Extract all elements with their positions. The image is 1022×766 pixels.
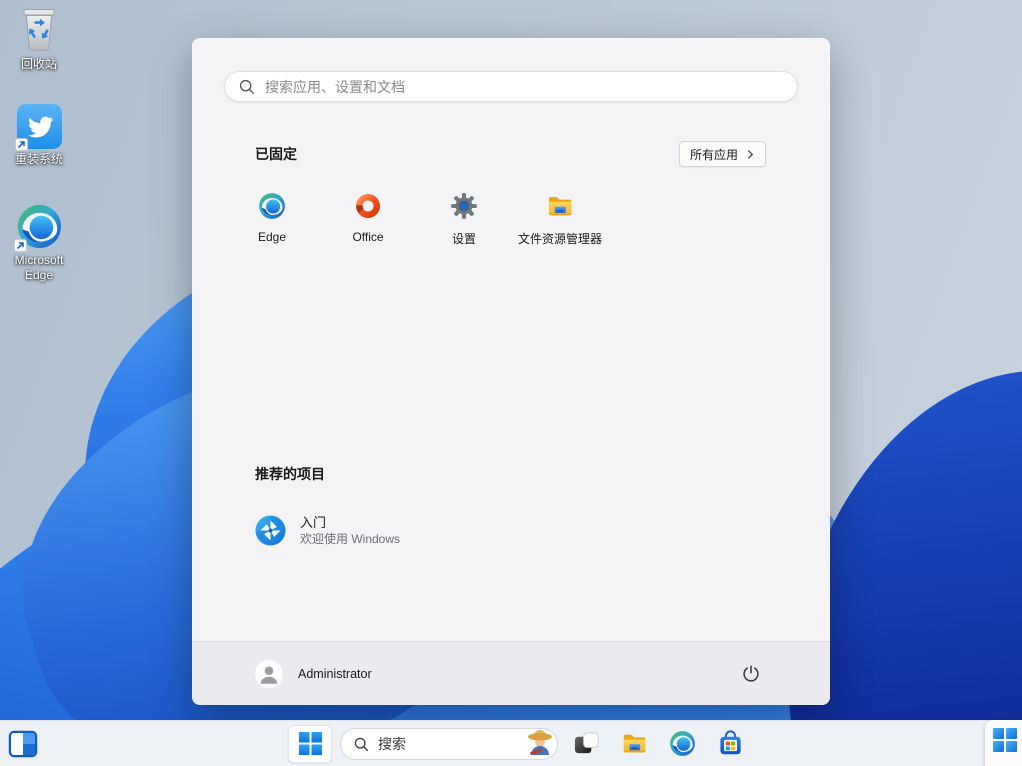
desktop-corner-shortcut[interactable] [985,720,1022,766]
edge-icon [258,192,286,220]
taskbar-center-group: 搜索 [288,721,750,766]
desktop-icon-label: 回收站 [20,57,57,71]
pinned-apps-grid: Edge Office 设置 文件资源管理器 [224,180,800,268]
file-explorer-button[interactable] [614,725,654,763]
start-menu-footer: Administrator [192,641,830,705]
store-icon [719,730,741,755]
twitter-icon [14,104,62,151]
pinned-app-office[interactable]: Office [320,180,416,268]
start-search-input[interactable] [265,78,784,95]
desktop-icon-microsoft-edge[interactable]: Microsoft Edge [2,203,76,283]
pinned-section-header: 已固定 所有应用 [255,140,766,168]
settings-gear-icon [450,192,478,220]
search-highlight-image[interactable] [525,723,555,759]
taskbar: 搜索 [0,720,1022,766]
start-search-box[interactable] [224,71,798,102]
all-apps-label: 所有应用 [689,147,738,162]
taskbar-search-box[interactable]: 搜索 [340,727,558,760]
power-icon [741,664,761,684]
widgets-button[interactable] [8,730,38,758]
office-icon [354,192,382,220]
desktop-icon-reinstall-system[interactable]: 重装系统 [2,104,76,167]
taskbar-search-label: 搜索 [378,735,406,752]
windows-logo-icon [298,731,322,756]
recommended-item-get-started[interactable]: 入门 欢迎使用 Windows [239,502,539,558]
windows-logo-icon [993,728,1017,752]
recommended-item-title: 入门 [300,514,327,530]
user-profile-button[interactable]: Administrator [255,659,372,688]
pinned-app-label: Office [352,230,384,244]
edge-button[interactable] [662,725,702,763]
task-view-icon [574,732,599,754]
pinned-app-label: 文件资源管理器 [517,232,602,246]
search-icon [238,78,255,95]
edge-icon [13,203,63,252]
desktop-icon-recycle-bin[interactable]: 回收站 [2,6,76,72]
user-avatar-icon [255,659,283,688]
desktop-icon-label: Microsoft Edge [14,253,64,282]
pinned-app-label: 设置 [451,232,476,246]
desktop-screen: 回收站 重装系统 Microsoft Edge 搜索应用、设置和文档 已固定 所… [0,0,1022,766]
file-explorer-icon [623,734,645,753]
pinned-section-title: 已固定 [255,146,297,162]
edge-icon [669,731,695,756]
user-name: Administrator [298,666,372,681]
power-button[interactable] [734,657,768,691]
pinned-app-file-explorer[interactable]: 文件资源管理器 [512,180,608,268]
recommended-item-subtitle: 欢迎使用 Windows [300,531,401,546]
start-menu: 已固定 所有应用 [192,38,830,705]
pinned-app-settings[interactable]: 设置 [416,180,512,268]
store-button[interactable] [710,725,750,763]
all-apps-button[interactable]: 所有应用 [678,141,766,167]
pinned-app-edge[interactable]: Edge [224,180,320,268]
start-button[interactable] [288,724,332,763]
recommended-item-text: 入门 欢迎使用 Windows [300,514,400,547]
chevron-right-icon [746,149,755,160]
task-view-button[interactable] [566,725,606,763]
search-icon [353,736,369,752]
file-explorer-icon [546,192,574,220]
pinned-app-label: Edge [257,230,287,244]
shortcut-arrow-icon [14,138,28,151]
recommended-section-header: 推荐的项目 [255,464,325,484]
recycle-bin-icon [19,6,59,54]
widgets-icon [8,730,38,758]
recommended-section-title: 推荐的项目 [255,466,325,482]
get-started-icon [255,514,286,546]
shortcut-arrow-icon [13,239,27,252]
desktop-icon-label: 重装系统 [14,152,63,166]
